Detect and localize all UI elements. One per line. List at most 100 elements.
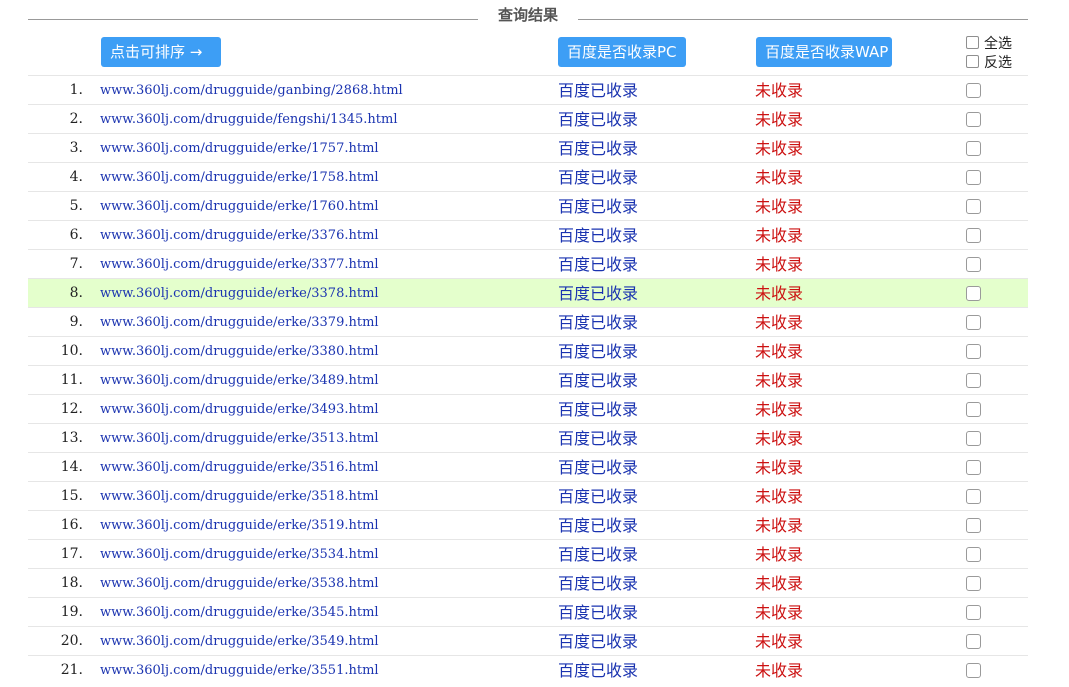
- row-number: 3.: [69, 140, 83, 156]
- wap-index-status: 未收录: [755, 487, 804, 506]
- invert-select-checkbox[interactable]: [966, 55, 979, 68]
- table-row: 7. www.360lj.com/drugguide/erke/3377.html…: [28, 249, 1028, 278]
- row-checkbox[interactable]: [966, 518, 981, 533]
- pc-index-status: 百度已收录: [558, 81, 639, 100]
- pc-index-status: 百度已收录: [558, 603, 639, 622]
- wap-index-status: 未收录: [755, 545, 804, 564]
- pc-index-status: 百度已收录: [558, 255, 639, 274]
- url-link[interactable]: www.360lj.com/drugguide/erke/3518.html: [100, 482, 379, 511]
- url-link[interactable]: www.360lj.com/drugguide/erke/1757.html: [100, 134, 379, 163]
- wap-index-status: 未收录: [755, 168, 804, 187]
- url-link[interactable]: www.360lj.com/drugguide/erke/3549.html: [100, 627, 379, 656]
- table-row: 19. www.360lj.com/drugguide/erke/3545.htm…: [28, 597, 1028, 626]
- row-checkbox[interactable]: [966, 605, 981, 620]
- select-all-checkbox[interactable]: [966, 36, 979, 49]
- pc-index-status: 百度已收录: [558, 487, 639, 506]
- url-link[interactable]: www.360lj.com/drugguide/erke/3379.html: [100, 308, 379, 337]
- url-link[interactable]: www.360lj.com/drugguide/erke/3380.html: [100, 337, 379, 366]
- pc-index-status: 百度已收录: [558, 632, 639, 651]
- url-link[interactable]: www.360lj.com/drugguide/erke/3489.html: [100, 366, 379, 395]
- url-link[interactable]: www.360lj.com/drugguide/erke/1758.html: [100, 163, 379, 192]
- legend-divider-right: [578, 19, 1028, 20]
- row-checkbox[interactable]: [966, 373, 981, 388]
- results-header-row: 点击可排序 → 百度是否收录PC 百度是否收录WAP 全选 反选: [28, 32, 1028, 75]
- row-checkbox[interactable]: [966, 112, 981, 127]
- wap-index-status: 未收录: [755, 313, 804, 332]
- row-checkbox[interactable]: [966, 83, 981, 98]
- url-link[interactable]: www.360lj.com/drugguide/erke/3534.html: [100, 540, 379, 569]
- results-legend: 查询结果: [497, 6, 558, 24]
- table-row: 21. www.360lj.com/drugguide/erke/3551.htm…: [28, 655, 1028, 684]
- pc-index-status: 百度已收录: [558, 574, 639, 593]
- select-all-label[interactable]: 全选: [984, 33, 1012, 53]
- wap-index-status: 未收录: [755, 197, 804, 216]
- url-link[interactable]: www.360lj.com/drugguide/erke/3493.html: [100, 395, 379, 424]
- row-checkbox[interactable]: [966, 141, 981, 156]
- pc-index-status: 百度已收录: [558, 371, 639, 390]
- table-row: 8. www.360lj.com/drugguide/erke/3378.html…: [28, 278, 1028, 307]
- wap-index-status: 未收录: [755, 226, 804, 245]
- url-link[interactable]: www.360lj.com/drugguide/erke/3519.html: [100, 511, 379, 540]
- url-link[interactable]: www.360lj.com/drugguide/erke/3516.html: [100, 453, 379, 482]
- row-number: 10.: [60, 343, 83, 359]
- row-checkbox[interactable]: [966, 663, 981, 678]
- row-number: 20.: [60, 633, 83, 649]
- row-number: 8.: [69, 285, 83, 301]
- row-checkbox[interactable]: [966, 199, 981, 214]
- row-number: 4.: [69, 169, 83, 185]
- row-number: 9.: [69, 314, 83, 330]
- table-row: 9. www.360lj.com/drugguide/erke/3379.html…: [28, 307, 1028, 336]
- row-checkbox[interactable]: [966, 489, 981, 504]
- wap-index-status: 未收录: [755, 255, 804, 274]
- row-number: 13.: [60, 430, 83, 446]
- wap-index-status: 未收录: [755, 574, 804, 593]
- row-checkbox[interactable]: [966, 170, 981, 185]
- table-row: 5. www.360lj.com/drugguide/erke/1760.html…: [28, 191, 1028, 220]
- results-list: 1. www.360lj.com/drugguide/ganbing/2868.h…: [28, 75, 1028, 684]
- row-checkbox[interactable]: [966, 344, 981, 359]
- url-link[interactable]: www.360lj.com/drugguide/ganbing/2868.htm…: [100, 76, 403, 105]
- url-link[interactable]: www.360lj.com/drugguide/erke/3513.html: [100, 424, 379, 453]
- row-number: 16.: [60, 517, 83, 533]
- wap-index-status: 未收录: [755, 516, 804, 535]
- row-checkbox[interactable]: [966, 547, 981, 562]
- wap-index-status: 未收录: [755, 284, 804, 303]
- row-number: 6.: [69, 227, 83, 243]
- pc-index-status: 百度已收录: [558, 458, 639, 477]
- row-checkbox[interactable]: [966, 402, 981, 417]
- baidu-pc-index-button[interactable]: 百度是否收录PC: [558, 37, 686, 67]
- table-row: 11. www.360lj.com/drugguide/erke/3489.htm…: [28, 365, 1028, 394]
- row-checkbox[interactable]: [966, 460, 981, 475]
- sort-button[interactable]: 点击可排序 →: [101, 37, 221, 67]
- url-link[interactable]: www.360lj.com/drugguide/erke/3551.html: [100, 656, 379, 685]
- row-checkbox[interactable]: [966, 228, 981, 243]
- row-checkbox[interactable]: [966, 431, 981, 446]
- table-row: 6. www.360lj.com/drugguide/erke/3376.html…: [28, 220, 1028, 249]
- invert-select-control[interactable]: 反选: [966, 52, 1012, 71]
- pc-index-status: 百度已收录: [558, 661, 639, 680]
- row-checkbox[interactable]: [966, 286, 981, 301]
- selection-controls: 全选 反选: [966, 33, 1012, 71]
- table-row: 13. www.360lj.com/drugguide/erke/3513.htm…: [28, 423, 1028, 452]
- table-row: 3. www.360lj.com/drugguide/erke/1757.html…: [28, 133, 1028, 162]
- url-link[interactable]: www.360lj.com/drugguide/fengshi/1345.htm…: [100, 105, 397, 134]
- pc-index-status: 百度已收录: [558, 168, 639, 187]
- url-link[interactable]: www.360lj.com/drugguide/erke/3545.html: [100, 598, 379, 627]
- wap-index-status: 未收录: [755, 400, 804, 419]
- wap-index-status: 未收录: [755, 342, 804, 361]
- url-link[interactable]: www.360lj.com/drugguide/erke/3376.html: [100, 221, 379, 250]
- row-checkbox[interactable]: [966, 315, 981, 330]
- row-checkbox[interactable]: [966, 576, 981, 591]
- url-link[interactable]: www.360lj.com/drugguide/erke/3378.html: [100, 279, 379, 308]
- url-link[interactable]: www.360lj.com/drugguide/erke/3538.html: [100, 569, 379, 598]
- table-row: 18. www.360lj.com/drugguide/erke/3538.htm…: [28, 568, 1028, 597]
- row-number: 1.: [69, 82, 83, 98]
- pc-index-status: 百度已收录: [558, 284, 639, 303]
- url-link[interactable]: www.360lj.com/drugguide/erke/3377.html: [100, 250, 379, 279]
- baidu-wap-index-button[interactable]: 百度是否收录WAP: [756, 37, 892, 67]
- row-checkbox[interactable]: [966, 257, 981, 272]
- select-all-control[interactable]: 全选: [966, 33, 1012, 52]
- url-link[interactable]: www.360lj.com/drugguide/erke/1760.html: [100, 192, 379, 221]
- invert-select-label[interactable]: 反选: [984, 52, 1012, 72]
- row-checkbox[interactable]: [966, 634, 981, 649]
